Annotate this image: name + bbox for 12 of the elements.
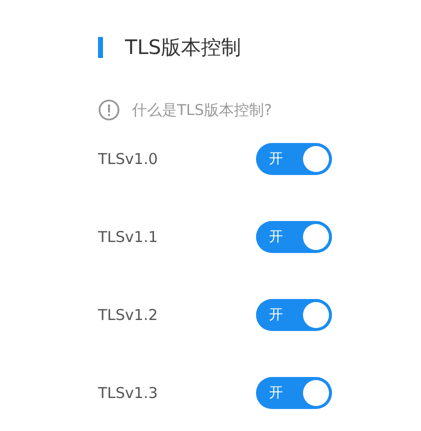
toggle-switch[interactable]: 开 (256, 143, 332, 175)
accent-bar (98, 36, 103, 58)
version-label: TLSv1.0 (98, 150, 158, 168)
help-link[interactable]: 什么是TLS版本控制? (132, 100, 272, 120)
toggle-switch[interactable]: 开 (256, 221, 332, 253)
version-label: TLSv1.1 (98, 228, 158, 246)
toggle-switch[interactable]: 开 (256, 299, 332, 331)
toggle-switch[interactable]: 开 (256, 377, 332, 409)
version-label: TLSv1.2 (98, 306, 158, 324)
section-title: TLS版本控制 (125, 34, 242, 60)
version-label: TLSv1.3 (98, 384, 158, 402)
info-icon (98, 99, 120, 121)
